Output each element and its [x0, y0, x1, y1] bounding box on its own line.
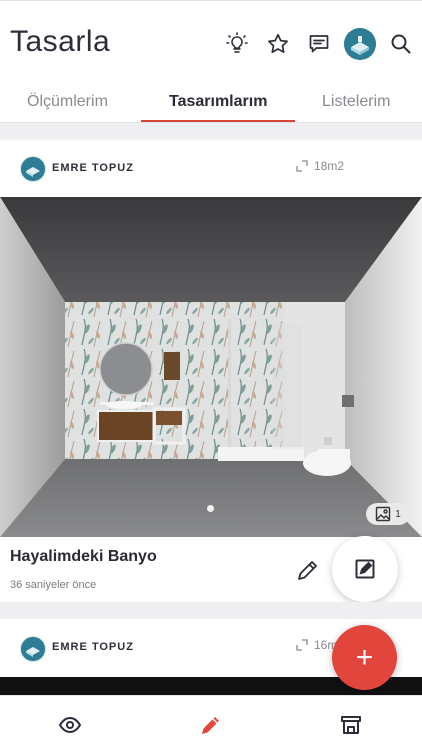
carousel-dot[interactable]: [207, 505, 214, 512]
star-icon[interactable]: [263, 29, 293, 59]
lightbulb-icon[interactable]: [222, 29, 252, 59]
card-username: EMRE TOPUZ: [52, 641, 134, 653]
expand-icon: [296, 639, 308, 651]
user-avatar: [20, 156, 46, 182]
design-title[interactable]: Hayalimdeki Banyo: [10, 548, 157, 566]
tab-olcumlerim[interactable]: Ölçümlerim: [27, 93, 108, 111]
content-gap: [0, 602, 422, 619]
area-size: 18m2: [296, 159, 344, 173]
bottom-nav: [0, 695, 422, 751]
edit-design-button[interactable]: [332, 536, 398, 602]
area-size: 16m: [296, 638, 337, 652]
active-tab-indicator: [141, 120, 295, 122]
card-header: EMRE TOPUZ 18m2: [0, 140, 422, 198]
user-avatar[interactable]: [344, 28, 376, 60]
tab-bar: Ölçümlerim Tasarımlarım Listelerim: [0, 85, 422, 123]
search-icon[interactable]: [386, 29, 416, 59]
store-icon[interactable]: [337, 711, 365, 739]
page-title: Tasarla: [10, 25, 111, 58]
design-render-image[interactable]: [0, 197, 422, 537]
edit-square-icon: [355, 559, 375, 579]
image-count-badge[interactable]: 1: [366, 503, 410, 525]
eye-icon[interactable]: [56, 711, 84, 739]
expand-icon: [296, 160, 308, 172]
app-header: Tasarla Ölçümlerim Tasarımlarım Listeler…: [0, 1, 422, 123]
add-design-button[interactable]: +: [332, 625, 397, 690]
image-icon: [376, 506, 391, 522]
content-gap: [0, 123, 422, 138]
pencil-icon[interactable]: [197, 711, 225, 739]
edit-pencil-icon[interactable]: [294, 556, 322, 584]
tab-listelerim[interactable]: Listelerim: [322, 93, 390, 111]
plus-icon: +: [355, 640, 374, 674]
image-count: 1: [395, 508, 401, 520]
card-username: EMRE TOPUZ: [52, 162, 134, 174]
user-avatar: [20, 636, 46, 662]
area-size-value: 18m2: [314, 159, 345, 173]
design-timestamp: 36 saniyeler önce: [10, 579, 97, 591]
message-icon[interactable]: [304, 29, 334, 59]
tab-tasarimlarim[interactable]: Tasarımlarım: [169, 93, 267, 111]
